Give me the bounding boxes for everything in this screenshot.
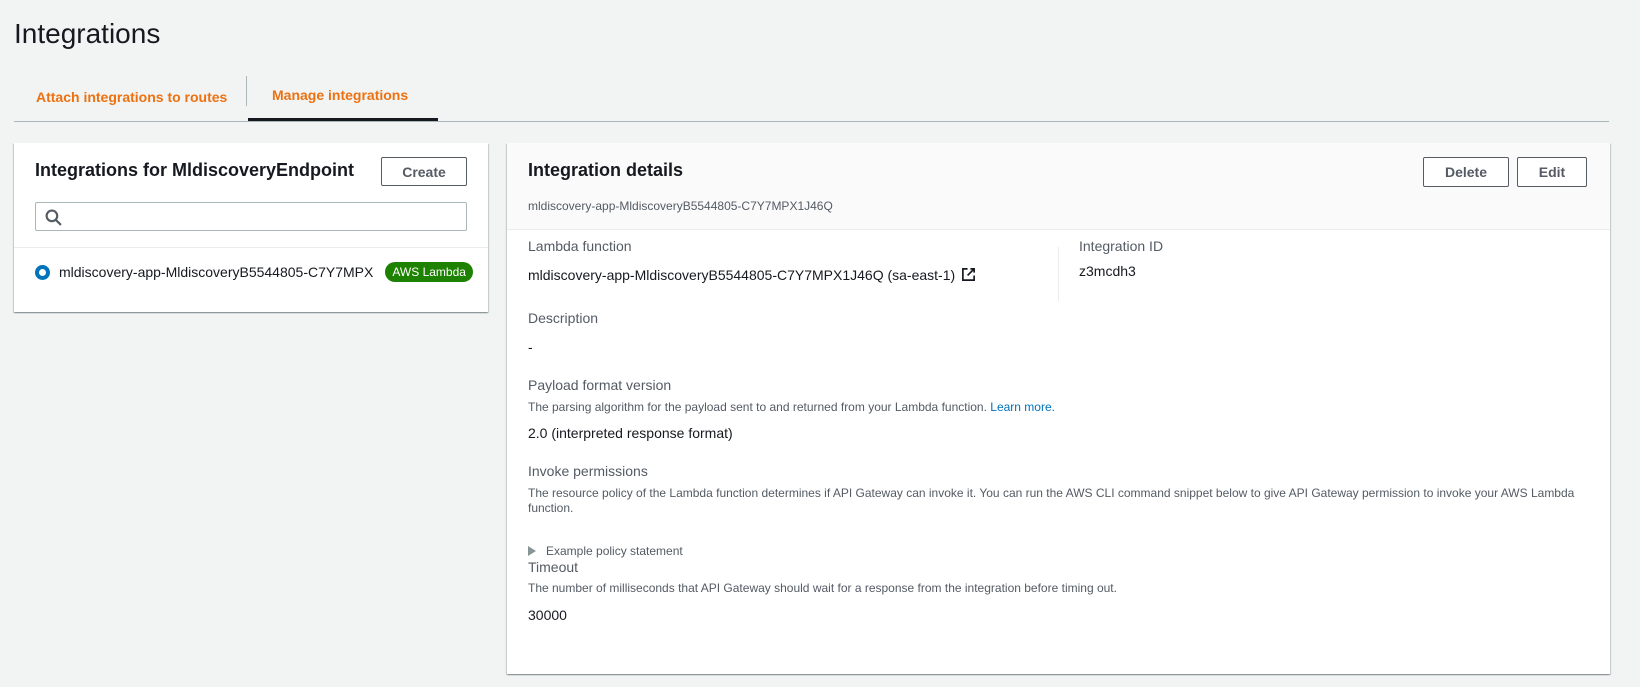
- tab-bar: Attach integrations to routes Manage int…: [14, 72, 1609, 122]
- integration-details-panel: Integration details mldiscovery-app-Mldi…: [507, 143, 1610, 674]
- integration-details-subtitle: mldiscovery-app-MldiscoveryB5544805-C7Y7…: [528, 199, 833, 213]
- caret-right-icon: [528, 546, 536, 556]
- aws-lambda-badge: AWS Lambda: [385, 262, 473, 282]
- column-divider: [1058, 247, 1059, 301]
- integrations-list-title: Integrations for MldiscoveryEndpoint: [35, 160, 355, 180]
- delete-button[interactable]: Delete: [1423, 157, 1509, 187]
- invoke-permissions-description: The resource policy of the Lambda functi…: [528, 486, 1575, 515]
- integration-id-label: Integration ID: [1079, 238, 1164, 254]
- edit-button[interactable]: Edit: [1517, 157, 1587, 187]
- tab-attach-integrations[interactable]: Attach integrations to routes: [14, 72, 246, 121]
- tab-divider: [246, 76, 247, 106]
- search-input[interactable]: [36, 203, 466, 230]
- example-policy-label: Example policy statement: [546, 544, 683, 558]
- tab-manage-integrations[interactable]: Manage integrations: [248, 72, 438, 121]
- search-icon: [45, 209, 62, 226]
- payload-format-value: 2.0 (interpreted response format): [528, 425, 733, 441]
- invoke-permissions-label: Invoke permissions: [528, 463, 648, 479]
- integration-id-value: z3mcdh3: [1079, 263, 1136, 279]
- integrations-list-panel: Integrations for MldiscoveryEndpoint Cre…: [14, 143, 488, 312]
- timeout-label: Timeout: [528, 559, 579, 575]
- integration-details-header: Integration details mldiscovery-app-Mldi…: [507, 143, 1610, 230]
- description-label: Description: [528, 310, 599, 326]
- integration-list-item[interactable]: mldiscovery-app-MldiscoveryB5544805-C7Y7…: [35, 260, 473, 284]
- payload-format-description: The parsing algorithm for the payload se…: [528, 400, 1055, 415]
- integration-item-label: mldiscovery-app-MldiscoveryB5544805-C7Y7…: [59, 264, 374, 280]
- page-title: Integrations: [14, 18, 161, 49]
- learn-more-link[interactable]: Learn more.: [990, 400, 1055, 414]
- lambda-function-label: Lambda function: [528, 238, 632, 254]
- integration-details-title: Integration details: [528, 160, 684, 180]
- lambda-function-value: mldiscovery-app-MldiscoveryB5544805-C7Y7…: [528, 267, 976, 283]
- timeout-description: The number of milliseconds that API Gate…: [528, 581, 1117, 595]
- create-button[interactable]: Create: [381, 157, 467, 186]
- payload-format-label: Payload format version: [528, 377, 672, 393]
- timeout-value: 30000: [528, 607, 567, 623]
- search-field: [35, 202, 467, 231]
- lambda-function-link[interactable]: mldiscovery-app-MldiscoveryB5544805-C7Y7…: [528, 267, 955, 283]
- example-policy-expander[interactable]: Example policy statement: [528, 544, 683, 558]
- payload-description-text: The parsing algorithm for the payload se…: [528, 400, 987, 414]
- description-value: -: [528, 339, 533, 355]
- external-link-icon[interactable]: [961, 267, 976, 282]
- integration-radio[interactable]: [35, 264, 50, 280]
- integrations-list-header: Integrations for MldiscoveryEndpoint Cre…: [14, 143, 488, 248]
